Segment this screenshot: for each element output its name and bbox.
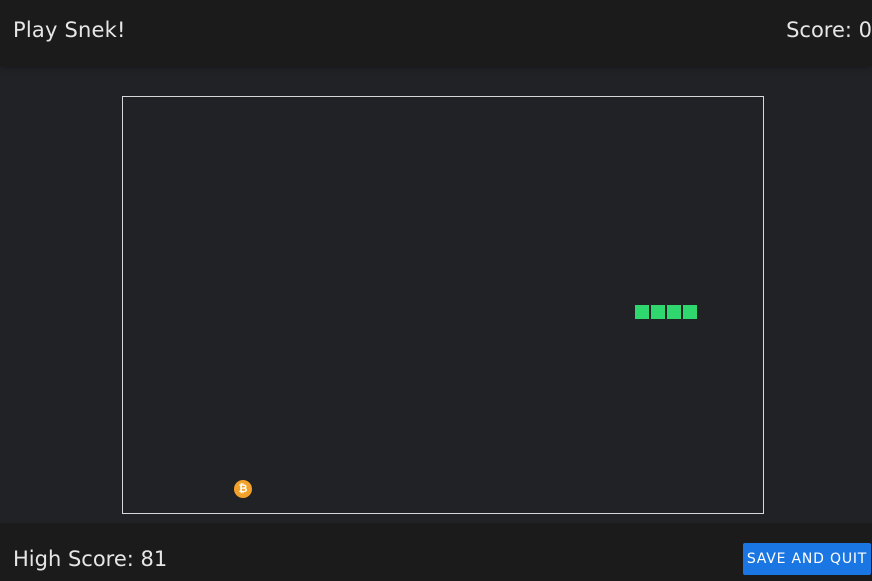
current-score: Score: 0 xyxy=(786,18,872,42)
game-title: Play Snek! xyxy=(13,18,126,42)
top-bar: Play Snek! Score: 0 xyxy=(0,0,872,66)
bitcoin-icon: ₿ xyxy=(234,480,252,498)
snake-segment xyxy=(651,305,665,319)
game-board[interactable]: ₿ xyxy=(122,96,764,514)
snek-game-app: Play Snek! Score: 0 ₿ High Score: 81 SAV… xyxy=(0,0,872,581)
snake-segment xyxy=(667,305,681,319)
bottom-bar: High Score: 81 SAVE AND QUIT xyxy=(0,523,872,581)
high-score: High Score: 81 xyxy=(13,547,168,571)
snake-head xyxy=(683,305,697,319)
save-and-quit-button[interactable]: SAVE AND QUIT xyxy=(743,543,871,575)
snake-segment xyxy=(635,305,649,319)
